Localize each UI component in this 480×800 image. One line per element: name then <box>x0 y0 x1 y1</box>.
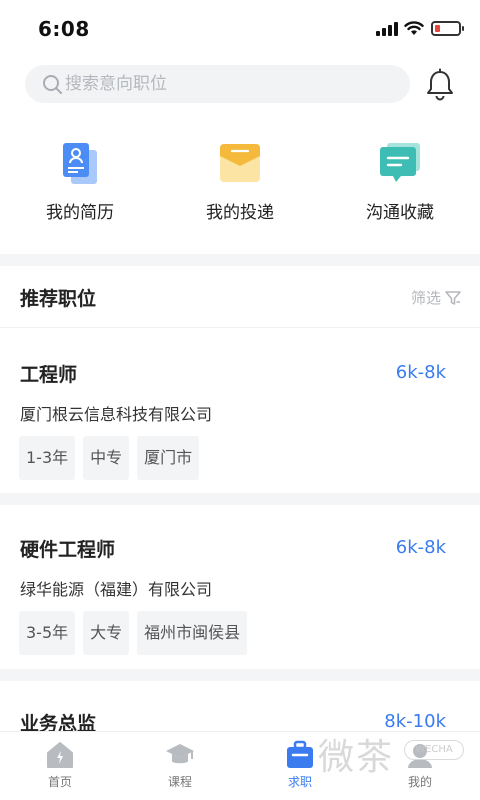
status-bar: 6:08 <box>0 0 480 58</box>
chat-bubble-icon <box>380 143 420 182</box>
tab-label: 首页 <box>47 775 72 789</box>
cellular-signal-icon <box>376 22 398 36</box>
company-name: 厦门根云信息科技有限公司 <box>20 405 213 424</box>
bell-icon[interactable] <box>424 68 456 102</box>
section-title: 推荐职位 <box>20 288 97 310</box>
briefcase-icon <box>287 740 313 768</box>
quick-entry-label: 沟通收藏 <box>366 203 434 223</box>
job-card[interactable]: 硬件工程师 6k-8k 绿华能源（福建）有限公司 3-5年 大专 福州市闽侯县 <box>0 505 480 669</box>
tab-label: 课程 <box>167 775 192 789</box>
job-title: 业务总监 <box>20 713 97 731</box>
search-input[interactable] <box>65 74 365 94</box>
job-title: 硬件工程师 <box>20 539 116 561</box>
funnel-icon <box>445 290 461 305</box>
tab-home[interactable]: 首页 <box>20 740 100 790</box>
job-card[interactable]: 工程师 6k-8k 厦门根云信息科技有限公司 1-3年 中专 厦门市 <box>0 329 480 493</box>
job-tags: 1-3年 中专 厦门市 <box>19 436 200 480</box>
card-divider <box>0 669 480 681</box>
tag-education: 中专 <box>83 436 130 480</box>
section-divider <box>0 254 480 266</box>
job-title: 工程师 <box>20 364 78 386</box>
company-name: 绿华能源（福建）有限公司 <box>20 580 213 599</box>
job-tags: 3-5年 大专 福州市闽侯县 <box>19 611 248 655</box>
watermark-text: 微茶 <box>318 737 395 778</box>
wifi-icon <box>404 21 424 35</box>
tag-location: 厦门市 <box>137 436 200 480</box>
filter-label: 筛选 <box>410 289 441 307</box>
recommended-jobs-header: 推荐职位 筛选 <box>0 266 480 328</box>
search-bar[interactable] <box>25 65 410 103</box>
job-salary: 6k-8k <box>395 537 446 558</box>
tag-experience: 1-3年 <box>19 436 76 480</box>
status-time: 6:08 <box>38 17 90 41</box>
watermark-badge: WECHA <box>404 740 464 760</box>
quick-entries: 我的简历 我的投递 沟通收藏 <box>0 140 480 230</box>
tab-courses[interactable]: 课程 <box>140 740 220 790</box>
quick-entry-favorites[interactable]: 沟通收藏 <box>330 140 470 223</box>
envelope-icon <box>220 144 260 182</box>
quick-entry-applications[interactable]: 我的投递 <box>170 140 310 223</box>
card-divider <box>0 493 480 505</box>
quick-entry-label: 我的简历 <box>46 203 114 223</box>
tag-experience: 3-5年 <box>19 611 76 655</box>
battery-icon <box>431 21 464 36</box>
filter-button[interactable]: 筛选 <box>411 287 462 308</box>
tag-location: 福州市闽侯县 <box>137 611 248 655</box>
quick-entry-resume[interactable]: 我的简历 <box>10 140 150 223</box>
home-icon <box>47 742 73 768</box>
job-salary: 6k-8k <box>395 362 446 383</box>
tag-education: 大专 <box>83 611 130 655</box>
search-icon <box>43 75 62 94</box>
job-card[interactable]: 业务总监 8k-10k <box>0 681 480 731</box>
resume-icon <box>63 143 97 184</box>
quick-entry-label: 我的投递 <box>206 203 274 223</box>
graduation-cap-icon <box>166 744 194 764</box>
